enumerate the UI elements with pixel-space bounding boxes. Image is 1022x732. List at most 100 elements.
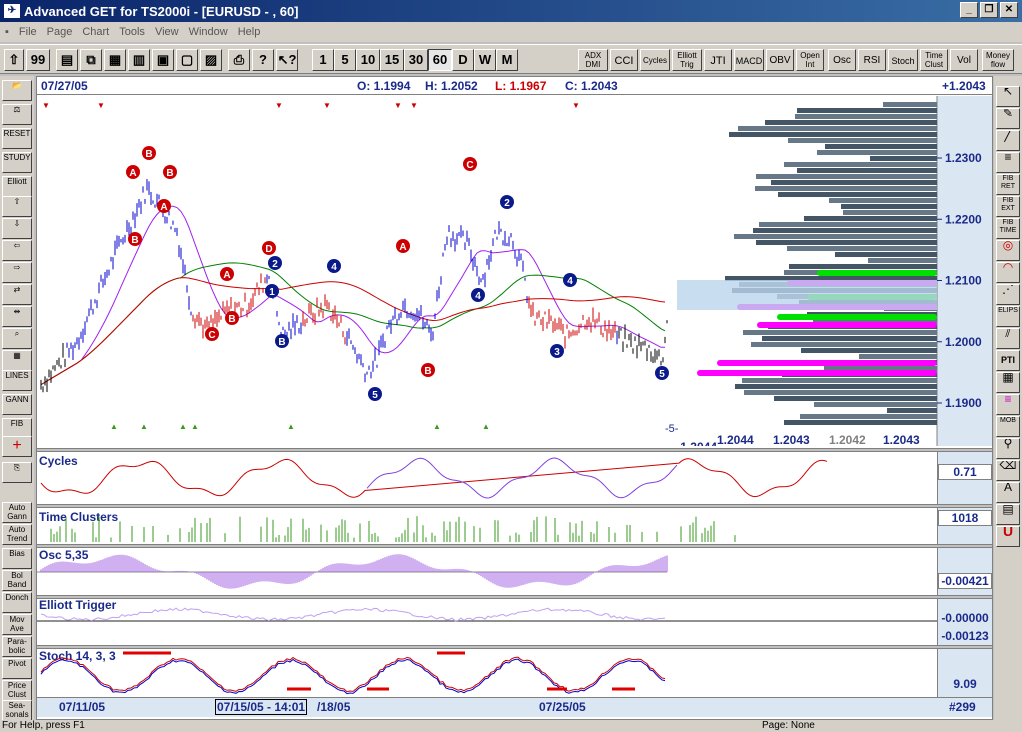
interval-60-button[interactable]: 60	[428, 49, 452, 71]
chart-area[interactable]: 07/27/05 O: 1.1994 H: 1.2052 L: 1.1967 C…	[36, 76, 993, 720]
restore-button[interactable]: ❐	[980, 2, 998, 18]
export-icon[interactable]: ⎘	[2, 462, 32, 483]
tool-bias[interactable]: Bias	[2, 548, 32, 569]
minimize-button[interactable]: _	[960, 2, 978, 18]
study-time-clust-button[interactable]: Time Clust	[920, 49, 948, 71]
tool-reset[interactable]: RESET	[2, 128, 32, 149]
copy-icon[interactable]: ⧉	[80, 49, 102, 71]
grid-icon[interactable]: ▦	[2, 350, 32, 371]
tool-parabolic[interactable]: Para-bolic	[2, 636, 32, 657]
tool-pivot[interactable]: Pivot	[2, 658, 32, 679]
notes-icon[interactable]: ▤	[996, 504, 1020, 525]
zoom-icon[interactable]: ⌕	[2, 328, 32, 349]
window-icon[interactable]: ▣	[152, 49, 174, 71]
menu-page[interactable]: Page	[42, 26, 78, 38]
study-macd-button[interactable]: MACD	[734, 49, 764, 71]
tool-study[interactable]: STUDY	[2, 152, 32, 173]
menu-view[interactable]: View	[150, 26, 184, 38]
price-chart[interactable]: BA BABDACBACB12 4B524435▼ ▼ ▼ ▼ ▼ ▼ ▼▲ ▲ ▲ ▲ ▲ ▲ ▲ 1.2…	[37, 96, 992, 446]
study-jti-button[interactable]: JTI	[704, 49, 732, 71]
study-elliott-trig-button[interactable]: Elliott Trig	[672, 49, 702, 71]
fib-circle-icon[interactable]: ◎	[996, 240, 1020, 261]
menu-window[interactable]: Window	[184, 26, 233, 38]
scale-icon[interactable]: ⚖	[2, 104, 32, 125]
save-icon[interactable]: ▨	[200, 49, 222, 71]
tool-fib-time[interactable]: FIB TIME	[996, 218, 1020, 239]
tool-auto-gann[interactable]: Auto Gann	[2, 502, 32, 523]
wave-label-text: C	[466, 160, 473, 171]
profile-bar	[868, 258, 937, 263]
ohlc-bar: 07/27/05 O: 1.1994 H: 1.2052 L: 1.1967 C…	[37, 77, 992, 95]
expand-icon[interactable]: ⇹	[2, 306, 32, 327]
context-help-icon[interactable]: ↖?	[276, 49, 298, 71]
study-vol-button[interactable]: Vol	[950, 49, 978, 71]
fan-icon[interactable]: ⋰	[996, 284, 1020, 305]
arrow-down-icon[interactable]: ⇩	[2, 218, 32, 239]
quote-icon[interactable]: 99	[26, 49, 50, 71]
interval-15-button[interactable]: 15	[380, 49, 404, 71]
interval-5-button[interactable]: 5	[334, 49, 356, 71]
menu-tools[interactable]: Tools	[114, 26, 150, 38]
study-rsi-button[interactable]: RSI	[858, 49, 886, 71]
arrow-up-icon[interactable]: ⇧	[2, 196, 32, 217]
interval-daily-button[interactable]: D	[452, 49, 474, 71]
menu-chart[interactable]: Chart	[77, 26, 114, 38]
undo-icon[interactable]: U	[996, 526, 1020, 547]
open-folder-icon[interactable]: 📂	[2, 80, 32, 101]
study-cycles-button[interactable]: Cycles	[640, 49, 670, 71]
tool-mob[interactable]: MOB	[996, 416, 1020, 437]
interval-30-button[interactable]: 30	[404, 49, 428, 71]
tool-elliott[interactable]: Elliott	[2, 176, 32, 197]
arrow-left-icon[interactable]: ⇦	[2, 240, 32, 261]
study-cci-button[interactable]: CCI	[610, 49, 638, 71]
page-icon[interactable]: ▢	[176, 49, 198, 71]
study-open-int-button[interactable]: Open Int	[796, 49, 824, 71]
cursor-icon[interactable]: ↖	[996, 86, 1020, 107]
close-button[interactable]: ✕	[1000, 2, 1018, 18]
pointer-icon[interactable]: ⇧	[4, 49, 24, 71]
tool-gann[interactable]: GANN	[2, 394, 32, 415]
study-stoch-button[interactable]: Stoch	[888, 49, 918, 71]
interval-10-button[interactable]: 10	[356, 49, 380, 71]
crosshair-icon[interactable]: +	[2, 436, 32, 457]
help-icon[interactable]: ?	[252, 49, 274, 71]
tool-elips[interactable]: ELIPS	[996, 306, 1020, 327]
menu-file[interactable]: File	[14, 26, 42, 38]
layout-icon[interactable]: ▥	[128, 49, 150, 71]
arrow-right-icon[interactable]: ⇨	[2, 262, 32, 283]
compress-icon[interactable]: ⇄	[2, 284, 32, 305]
pencil-icon[interactable]: ✎	[996, 108, 1020, 129]
study-osc-button[interactable]: Osc	[828, 49, 856, 71]
text-icon[interactable]: A	[996, 482, 1020, 503]
magnify-icon[interactable]: ⚲	[996, 438, 1020, 459]
interval-monthly-button[interactable]: M	[496, 49, 518, 71]
folder-icon[interactable]: ▤	[56, 49, 78, 71]
tool-mov-ave[interactable]: Mov Ave	[2, 614, 32, 635]
app-menu-icon[interactable]: ▪	[0, 26, 14, 38]
study-obv-button[interactable]: OBV	[766, 49, 794, 71]
channel-icon[interactable]: ≡	[996, 152, 1020, 173]
interval-1-button[interactable]: 1	[312, 49, 334, 71]
tool-price-clust[interactable]: Price Clust	[2, 680, 32, 701]
tool-pti[interactable]: PTI	[996, 350, 1020, 371]
tool-bol-band[interactable]: Bol Band	[2, 570, 32, 591]
tool-auto-trend[interactable]: Auto Trend	[2, 524, 32, 545]
tool-donch[interactable]: Donch	[2, 592, 32, 613]
arc-icon[interactable]: ◠	[996, 262, 1020, 283]
tool-fib-ext[interactable]: FIB EXT	[996, 196, 1020, 217]
print-icon[interactable]: ⎙	[228, 49, 250, 71]
tool-seasonals[interactable]: Sea-sonals	[2, 700, 32, 721]
line-icon[interactable]: ╱	[996, 130, 1020, 151]
interval-weekly-button[interactable]: W	[474, 49, 496, 71]
mob-bars-icon[interactable]: ≡	[996, 394, 1020, 415]
table-icon[interactable]: ▦	[996, 372, 1020, 393]
study-money-flow-button[interactable]: Money flow	[982, 49, 1014, 71]
eraser-icon[interactable]: ⌫	[996, 460, 1020, 481]
chart-icon[interactable]: ▦	[104, 49, 126, 71]
study-adx-dmi-button[interactable]: ADX DMI	[578, 49, 608, 71]
wave-label-text: B	[131, 235, 138, 246]
menu-help[interactable]: Help	[233, 26, 266, 38]
parallel-icon[interactable]: ⫽	[996, 328, 1020, 349]
tool-lines[interactable]: LINES	[2, 370, 32, 391]
tool-fib-ret[interactable]: FIB RET	[996, 174, 1020, 195]
